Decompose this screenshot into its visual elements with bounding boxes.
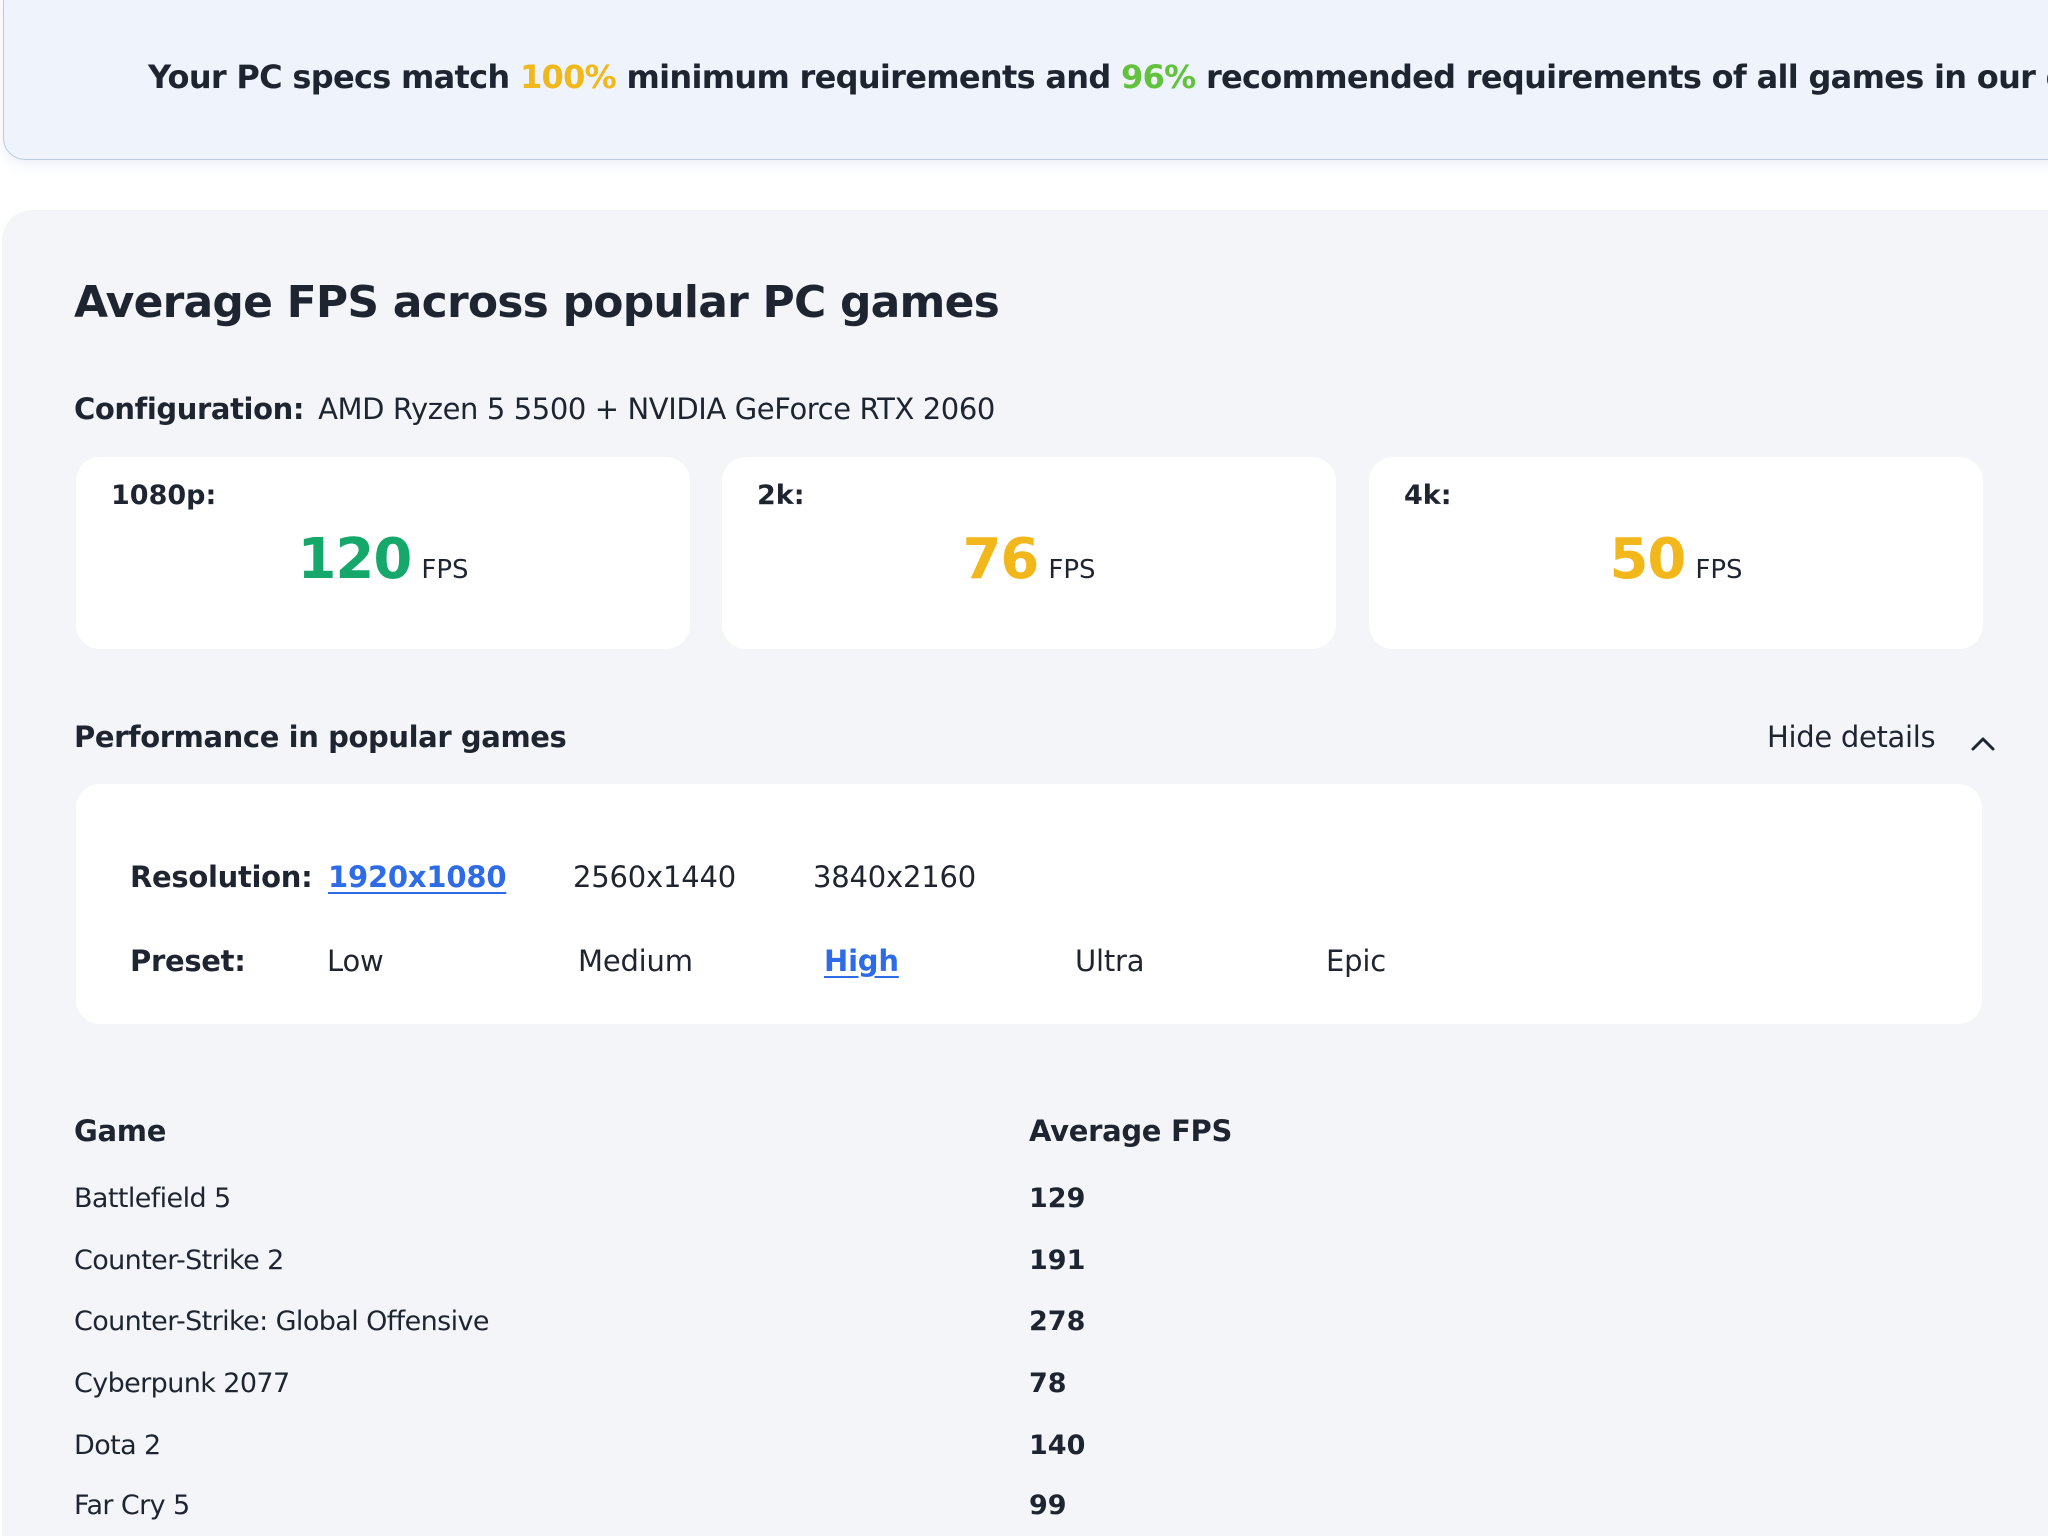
fps-card-label: 1080p: — [111, 480, 217, 511]
preset-option-medium[interactable]: Medium — [578, 944, 693, 978]
fps-unit: FPS — [1048, 555, 1096, 585]
table-row: Counter-Strike: Global Offensive 278 — [74, 1306, 1474, 1346]
performance-section-title: Performance in popular games — [74, 720, 567, 754]
chevron-up-icon — [1969, 727, 1997, 751]
fps-card-1080p: 1080p: 120 FPS — [76, 457, 690, 649]
table-row: Dota 2 140 — [74, 1430, 1474, 1470]
summary-suffix: recommended requirements of all games in… — [1205, 58, 2048, 96]
game-average-fps: 78 — [1029, 1368, 1067, 1399]
game-name: Counter-Strike 2 — [74, 1245, 284, 1276]
fps-number: 76 — [962, 527, 1039, 592]
preset-option-high[interactable]: High — [824, 944, 899, 978]
fps-card-4k: 4k: 50 FPS — [1369, 457, 1983, 649]
preset-option-epic[interactable]: Epic — [1326, 944, 1386, 978]
hide-details-label: Hide details — [1767, 720, 1936, 754]
game-name: Counter-Strike: Global Offensive — [74, 1306, 489, 1337]
table-row: Battlefield 5 129 — [74, 1183, 1474, 1223]
fps-number: 120 — [297, 527, 412, 592]
game-name: Far Cry 5 — [74, 1490, 190, 1521]
configuration-label: Configuration: — [74, 392, 305, 426]
table-header-average-fps: Average FPS — [1029, 1114, 1233, 1148]
recommended-requirements-percent: 96% — [1121, 58, 1196, 96]
summary-middle: minimum requirements and — [616, 58, 1121, 96]
page-title: Average FPS across popular PC games — [74, 277, 1000, 328]
configuration-value: AMD Ryzen 5 5500 + NVIDIA GeForce RTX 20… — [318, 392, 995, 426]
fps-number: 50 — [1609, 527, 1686, 592]
fps-card-value: 76 FPS — [722, 527, 1336, 592]
configuration-line: Configuration: AMD Ryzen 5 5500 + NVIDIA … — [74, 392, 995, 426]
game-name: Dota 2 — [74, 1430, 161, 1461]
min-requirements-percent: 100% — [519, 58, 617, 96]
fps-card-label: 4k: — [1404, 480, 1452, 511]
filters-card: Resolution: 1920x1080 2560x1440 3840x216… — [76, 784, 1982, 1024]
fps-card-2k: 2k: 76 FPS — [722, 457, 1336, 649]
resolution-option-1920x1080[interactable]: 1920x1080 — [328, 860, 507, 894]
table-header-game: Game — [74, 1114, 167, 1148]
game-name: Cyberpunk 2077 — [74, 1368, 290, 1399]
fps-unit: FPS — [1695, 555, 1743, 585]
fps-card-value: 50 FPS — [1369, 527, 1983, 592]
table-row: Counter-Strike 2 191 — [74, 1245, 1474, 1285]
hide-details-toggle[interactable]: Hide details — [1767, 720, 1997, 754]
preset-label: Preset: — [130, 944, 246, 978]
fps-unit: FPS — [421, 555, 469, 585]
resolution-option-3840x2160[interactable]: 3840x2160 — [813, 860, 976, 894]
game-average-fps: 129 — [1029, 1183, 1086, 1214]
preset-option-ultra[interactable]: Ultra — [1075, 944, 1145, 978]
game-name: Battlefield 5 — [74, 1183, 231, 1214]
game-average-fps: 278 — [1029, 1306, 1086, 1337]
summary-prefix: Your PC specs match — [148, 58, 520, 96]
table-row: Far Cry 5 99 — [74, 1490, 1474, 1530]
resolution-label: Resolution: — [130, 860, 313, 894]
fps-card-label: 2k: — [757, 480, 805, 511]
game-average-fps: 191 — [1029, 1245, 1086, 1276]
game-average-fps: 99 — [1029, 1490, 1067, 1521]
fps-card-value: 120 FPS — [76, 527, 690, 592]
table-row: Cyberpunk 2077 78 — [74, 1368, 1474, 1408]
preset-option-low[interactable]: Low — [327, 944, 384, 978]
requirements-summary: Your PC specs match 100% minimum require… — [148, 58, 2048, 96]
resolution-option-2560x1440[interactable]: 2560x1440 — [573, 860, 736, 894]
page: Your PC specs match 100% minimum require… — [0, 0, 2048, 1536]
game-average-fps: 140 — [1029, 1430, 1086, 1461]
